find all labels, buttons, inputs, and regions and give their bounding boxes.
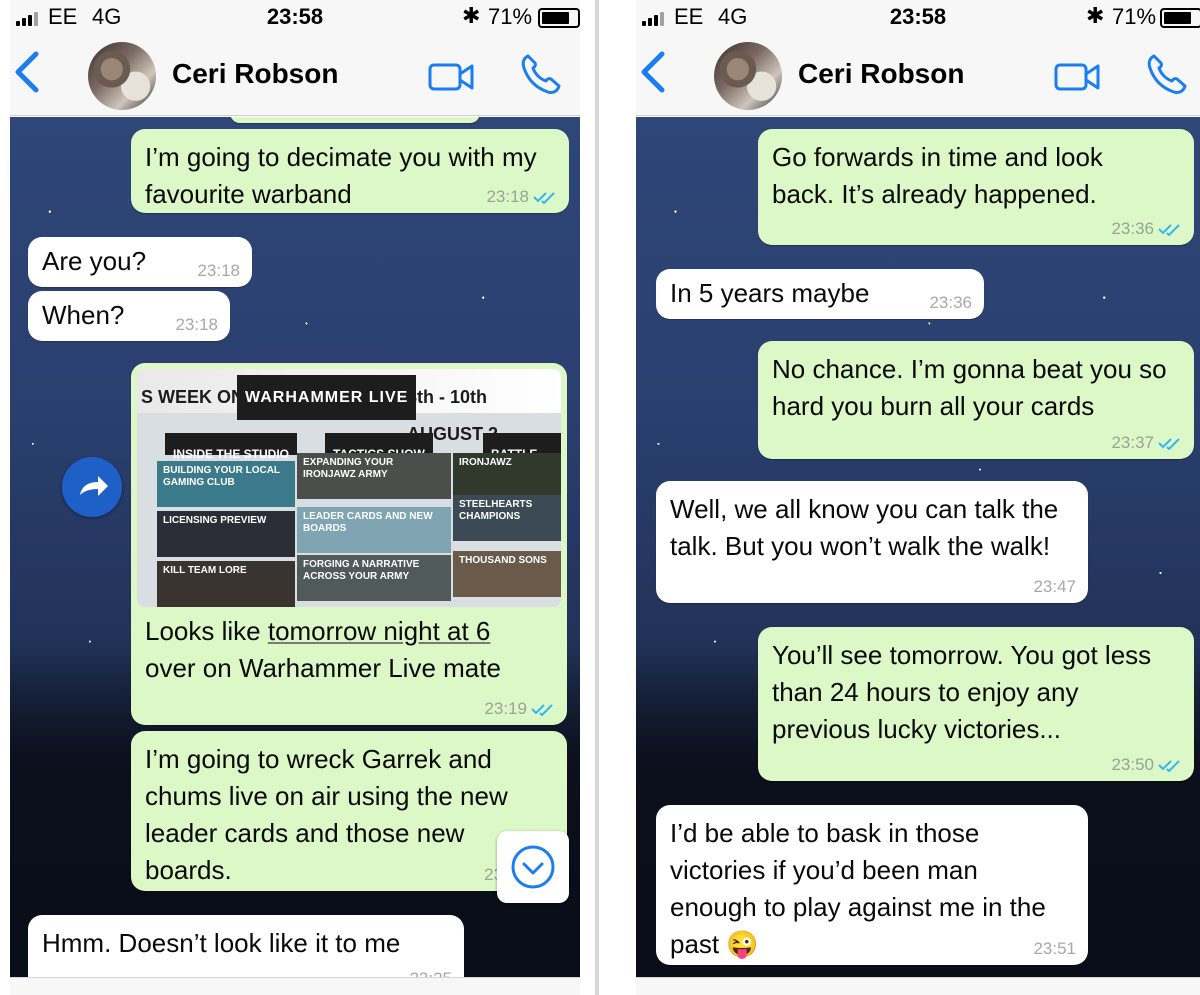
message-composer-bar[interactable] — [636, 977, 1200, 995]
message-text: No chance. I’m gonna beat you so hard yo… — [772, 354, 1167, 421]
message-text: Hmm. Doesn’t look like it to me — [42, 928, 401, 958]
message-list[interactable]: I’m going to decimate you with my favour… — [10, 117, 580, 977]
chat-header: Ceri Robson — [10, 38, 580, 116]
forward-arrow-icon — [80, 476, 108, 496]
status-bar: EE 4G 23:58 ✱ 71% — [636, 0, 1200, 38]
image-tile: LEADER CARDS AND NEW BOARDS — [297, 507, 451, 553]
battery-percentage: 71% — [1112, 4, 1157, 29]
image-caption: Looks like tomorrow night at 6 over on W… — [145, 613, 545, 687]
double-check-icon — [1158, 438, 1180, 450]
caption-text: over on Warhammer Live mate — [145, 653, 501, 683]
left-chat-screenshot: EE 4G 23:58 ✱ 71% Ceri Robson I’m going … — [10, 0, 580, 995]
message-bubble-incoming[interactable]: Are you? 23:18 — [28, 237, 252, 287]
message-bubble-incoming[interactable]: In 5 years maybe 23:36 — [656, 269, 984, 319]
message-bubble-incoming[interactable]: I’d be able to bask in those victories i… — [656, 805, 1088, 965]
message-text: When? — [42, 300, 125, 330]
double-check-icon — [533, 192, 555, 204]
message-composer-bar[interactable] — [10, 977, 580, 995]
message-time: 23:36 — [1111, 219, 1154, 238]
battery-icon — [1160, 8, 1200, 28]
message-text: Go forwards in time and look back. It’s … — [772, 142, 1103, 209]
message-time: 23:25 — [409, 969, 452, 977]
image-tile: FORGING A NARRATIVE ACROSS YOUR ARMY — [297, 555, 451, 601]
image-column-heading: TACTICS SHOW — [325, 433, 433, 461]
image-banner: S WEEK ON WARHAMMER LIVE 8th - 10th AUGU… — [137, 369, 561, 444]
phone-icon[interactable] — [1144, 52, 1188, 96]
message-text: Well, we all know you can talk the talk.… — [670, 494, 1059, 561]
double-check-icon — [1158, 224, 1180, 236]
image-tile: KILL TEAM LORE — [157, 561, 295, 607]
image-tile: LICENSING PREVIEW — [157, 511, 295, 557]
message-bubble-partial — [230, 117, 480, 123]
message-list[interactable]: Go forwards in time and look back. It’s … — [636, 117, 1200, 977]
double-check-icon — [531, 704, 553, 716]
message-time: 23:37 — [1111, 433, 1154, 452]
scroll-to-bottom-button[interactable] — [497, 831, 569, 903]
message-time: 23:18 — [486, 187, 529, 206]
caption-date-link[interactable]: tomorrow night at 6 — [268, 616, 491, 646]
status-bar: EE 4G 23:58 ✱ 71% — [10, 0, 580, 38]
message-text: I’m going to decimate you with my favour… — [145, 142, 537, 209]
image-tile: THOUSAND SONS — [453, 551, 561, 597]
contact-avatar[interactable] — [88, 42, 156, 110]
battery-percentage: 71% — [488, 4, 533, 29]
message-text: I’d be able to bask in those victories i… — [670, 818, 1046, 959]
message-time: 23:18 — [175, 315, 218, 334]
caption-text: Looks like — [145, 616, 268, 646]
chevron-down-circle-icon — [511, 845, 555, 889]
forward-button[interactable] — [62, 457, 122, 517]
back-button[interactable] — [638, 50, 668, 102]
video-camera-icon[interactable] — [1054, 60, 1100, 94]
chat-header: Ceri Robson — [636, 38, 1200, 116]
message-text: In 5 years maybe — [670, 278, 870, 308]
bluetooth-icon: ✱ — [462, 3, 481, 28]
message-bubble-incoming[interactable]: Hmm. Doesn’t look like it to me 23:25 — [28, 915, 464, 977]
message-bubble-outgoing[interactable]: I’m going to decimate you with my favour… — [131, 129, 569, 213]
panel-divider — [595, 0, 599, 995]
image-banner-text: S WEEK ON — [141, 387, 245, 407]
chevron-left-icon — [641, 51, 665, 93]
image-tile: IRONJAWZ — [453, 453, 561, 499]
message-time: 23:36 — [929, 293, 972, 312]
video-camera-icon[interactable] — [428, 60, 474, 94]
back-button[interactable] — [12, 50, 42, 102]
image-tile: STEELHEARTS CHAMPIONS — [453, 495, 561, 541]
message-time: 23:47 — [1033, 577, 1076, 596]
message-bubble-outgoing[interactable]: Go forwards in time and look back. It’s … — [758, 129, 1194, 245]
battery-icon — [538, 8, 580, 28]
warhammer-live-logo: WARHAMMER LIVE — [237, 375, 417, 420]
bluetooth-icon: ✱ — [1086, 3, 1105, 28]
contact-name[interactable]: Ceri Robson — [172, 58, 338, 90]
right-chat-screenshot: EE 4G 23:58 ✱ 71% Ceri Robson Go forward… — [636, 0, 1200, 995]
contact-avatar[interactable] — [714, 42, 782, 110]
message-bubble-outgoing[interactable]: You’ll see tomorrow. You got less than 2… — [758, 627, 1194, 781]
image-tile: BUILDING YOUR LOCAL GAMING CLUB — [157, 461, 295, 507]
message-time: 23:51 — [1033, 939, 1076, 958]
message-bubble-incoming[interactable]: Well, we all know you can talk the talk.… — [656, 481, 1088, 603]
message-bubble-incoming[interactable]: When? 23:18 — [28, 291, 230, 341]
phone-icon[interactable] — [518, 52, 562, 96]
chevron-left-icon — [15, 51, 39, 93]
image-column-heading: BATTLE REPOR — [483, 433, 561, 498]
message-time: 23:19 — [484, 699, 527, 718]
message-text: You’ll see tomorrow. You got less than 2… — [772, 640, 1152, 744]
image-tile: EXPANDING YOUR IRONJAWZ ARMY — [297, 453, 451, 499]
message-time: 23:18 — [197, 261, 240, 280]
message-bubble-outgoing-image[interactable]: S WEEK ON WARHAMMER LIVE 8th - 10th AUGU… — [131, 363, 567, 725]
message-bubble-outgoing[interactable]: No chance. I’m gonna beat you so hard yo… — [758, 341, 1194, 459]
image-column-heading: INSIDE THE STUDIO — [165, 433, 298, 461]
double-check-icon — [1158, 760, 1180, 772]
contact-name[interactable]: Ceri Robson — [798, 58, 964, 90]
message-text: Are you? — [42, 246, 147, 276]
message-time: 23:50 — [1111, 755, 1154, 774]
shared-image-thumbnail[interactable]: S WEEK ON WARHAMMER LIVE 8th - 10th AUGU… — [137, 369, 561, 607]
